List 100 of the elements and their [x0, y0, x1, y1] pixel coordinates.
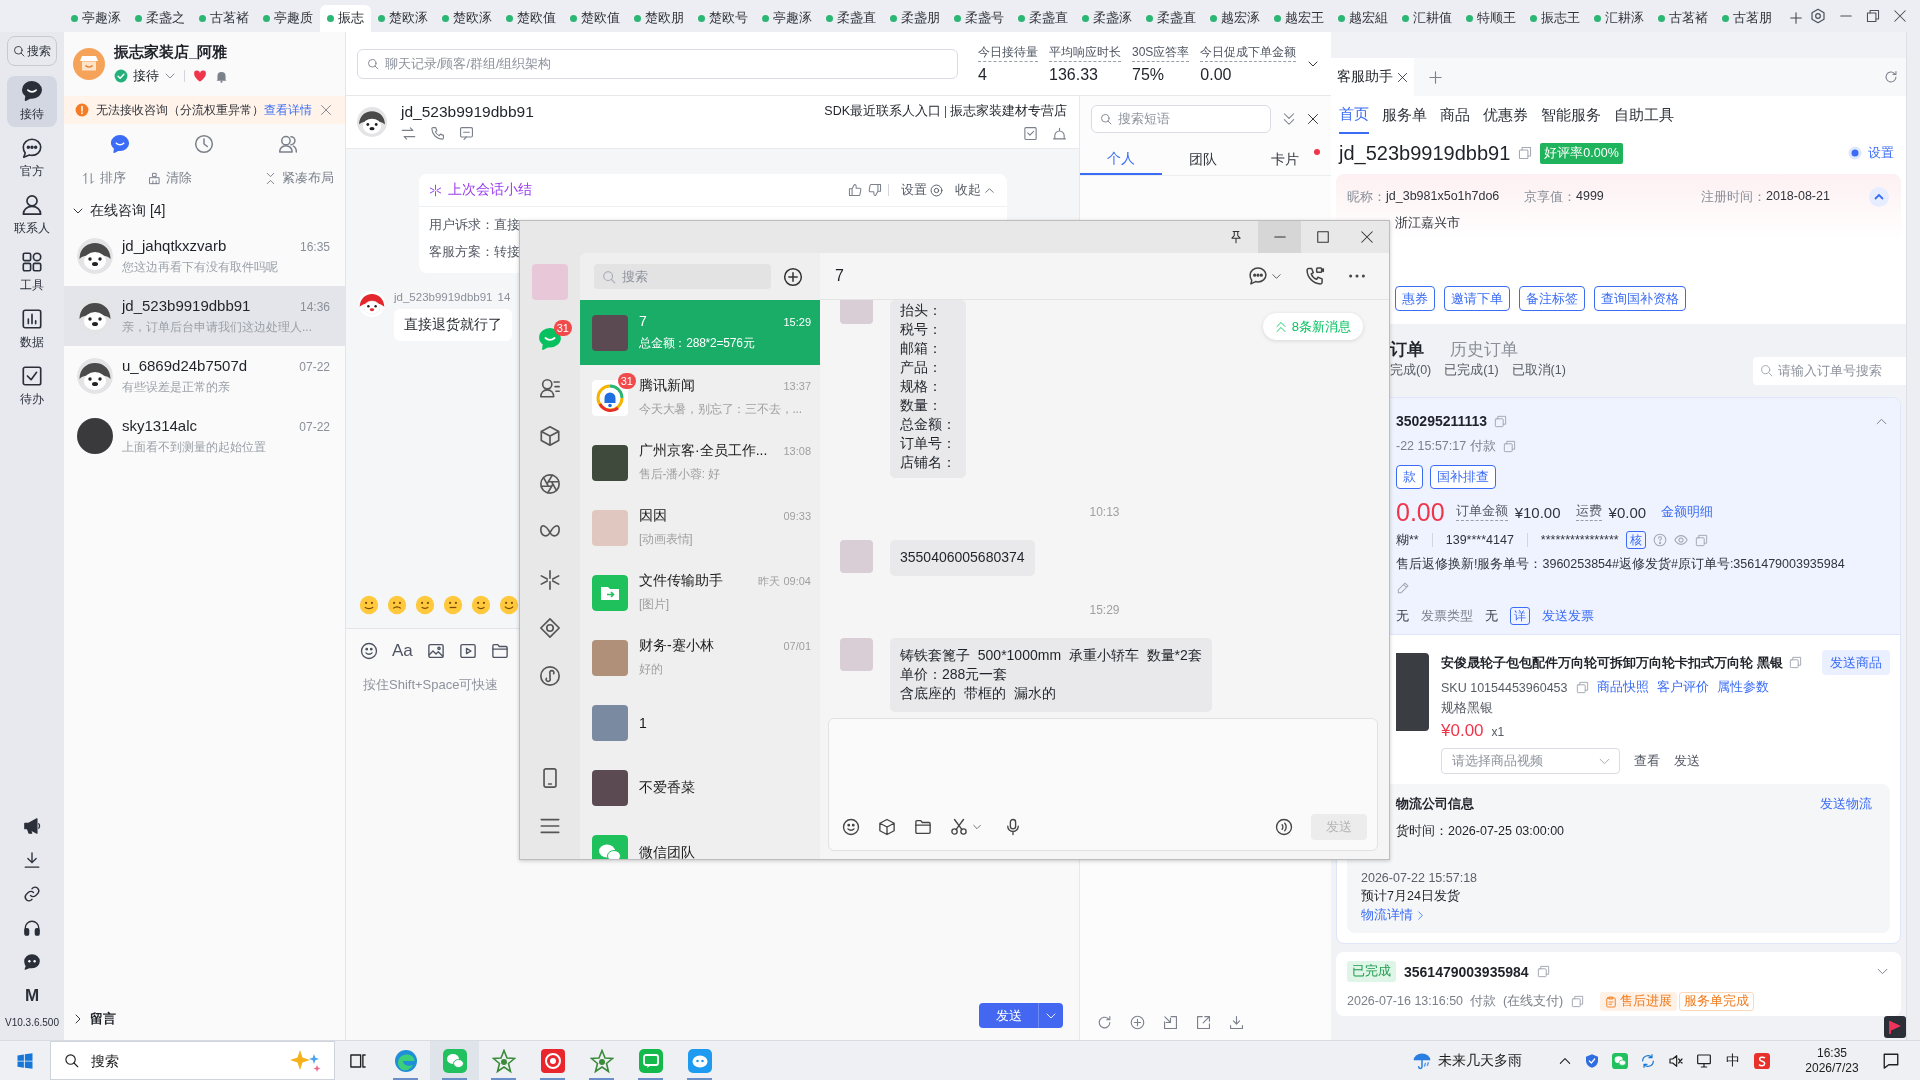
nav-item[interactable]: 官方: [7, 133, 57, 184]
windows-logo-icon[interactable]: [16, 1051, 34, 1070]
chat-list-item[interactable]: 不爱香菜: [580, 755, 820, 820]
maximize-icon[interactable]: [1316, 230, 1330, 244]
shop-tab[interactable]: 汇耕涿: [1587, 5, 1651, 32]
chat-list-item[interactable]: 财务-蹇小林 07/01 好的: [580, 625, 820, 690]
text-format-button[interactable]: Aa: [392, 642, 413, 660]
shop-tab[interactable]: 越宏組: [1331, 5, 1395, 32]
message-input[interactable]: 按住Shift+Space可快速: [363, 677, 513, 692]
shop-tab[interactable]: 楚欧号: [691, 5, 755, 32]
nav-item[interactable]: 联系人: [7, 190, 57, 241]
transfer-icon[interactable]: [401, 126, 416, 141]
order-action-button[interactable]: 款: [1396, 465, 1423, 489]
bell-icon[interactable]: [1052, 126, 1067, 141]
shop-tab[interactable]: 楚欧值: [499, 5, 563, 32]
shop-tab[interactable]: 楚欧值: [563, 5, 627, 32]
input-language[interactable]: 中: [1726, 1051, 1740, 1070]
search-field[interactable]: 聊天记录/顾客/群组/组织架构: [357, 48, 958, 79]
status-dropdown[interactable]: 接待: [114, 67, 176, 85]
nav-tab[interactable]: 优惠券: [1483, 96, 1528, 134]
shop-tab[interactable]: 亭趣涿: [755, 5, 819, 32]
pin-icon[interactable]: [1229, 230, 1243, 244]
list-action[interactable]: 清除: [148, 169, 192, 187]
sparkle-icon[interactable]: [539, 569, 561, 591]
input-method-icon[interactable]: [1754, 1052, 1770, 1069]
invoice-details-button[interactable]: 详: [1510, 607, 1530, 625]
search-button[interactable]: 搜索: [7, 36, 57, 66]
shop-tab[interactable]: 汇耕值: [1395, 5, 1459, 32]
emoji-icon[interactable]: [443, 595, 463, 615]
muted-speaker-icon[interactable]: [1668, 1052, 1684, 1069]
shop-tab[interactable]: 振志王: [1523, 5, 1587, 32]
action-button[interactable]: 惠券: [1395, 286, 1435, 311]
shop-tab[interactable]: 古茗朋: [1715, 5, 1779, 32]
double-chevron-icon[interactable]: [1282, 112, 1296, 126]
shop-tab[interactable]: 柔盏号: [947, 5, 1011, 32]
send-product-button[interactable]: 发送商品: [1822, 650, 1890, 675]
chat-list-item[interactable]: 广州京客·全员工作... 13:08 售后-潘小蓉: 好: [580, 430, 820, 495]
chat-list-item[interactable]: 因因 09:33 [动画表情]: [580, 495, 820, 560]
flag-icon[interactable]: [1884, 1016, 1906, 1038]
conversation-item[interactable]: u_6869d24b7507d 07-22 有些误差是正常的亲: [64, 346, 345, 406]
search-field[interactable]: 请输入订单号搜索: [1753, 356, 1906, 385]
bell-icon[interactable]: [215, 69, 228, 83]
chat-bubbles-icon[interactable]: [1612, 1052, 1628, 1069]
order-filter[interactable]: 已取消(1): [1511, 362, 1566, 379]
emoji-icon[interactable]: [359, 595, 379, 615]
send-invoice-link[interactable]: 发送发票: [1542, 607, 1594, 625]
close-icon[interactable]: [1360, 230, 1374, 244]
monitor-icon[interactable]: [1696, 1052, 1712, 1069]
emoji-icon[interactable]: [471, 595, 491, 615]
shop-tab[interactable]: 柔盏直: [1139, 5, 1203, 32]
group-header[interactable]: 留言: [64, 1004, 345, 1034]
shop-tab[interactable]: 柔盏直: [819, 5, 883, 32]
details-link[interactable]: 查看详情: [264, 101, 312, 119]
microphone-icon[interactable]: [1004, 818, 1022, 836]
emoji-icon[interactable]: [387, 595, 407, 615]
nav-tab[interactable]: 智能服务: [1541, 96, 1601, 134]
link-circle-icon[interactable]: [539, 665, 561, 687]
chat-list-item[interactable]: 文件传输助手 昨天 09:04 [图片]: [580, 560, 820, 625]
shop-tab[interactable]: 越宏王: [1267, 5, 1331, 32]
diamond-icon[interactable]: [539, 617, 561, 639]
nav-item[interactable]: 待办: [7, 361, 57, 412]
shop-tab[interactable]: 柔盏之: [128, 5, 192, 32]
send-button[interactable]: 发送: [979, 1003, 1038, 1028]
settings-link[interactable]: 设置: [901, 181, 943, 199]
quick-reply-tab[interactable]: 个人: [1080, 145, 1162, 175]
import-icon[interactable]: [1163, 1015, 1178, 1030]
list-action[interactable]: 紧凑布局: [264, 169, 334, 187]
view-link[interactable]: 查看: [1634, 752, 1660, 770]
search-field[interactable]: 搜索短语: [1091, 105, 1271, 133]
shop-tab[interactable]: 楚欧涿: [435, 5, 499, 32]
thumbs-down-icon[interactable]: [868, 183, 882, 197]
add-tab-icon[interactable]: [1428, 69, 1443, 85]
logo[interactable]: M: [24, 987, 40, 1005]
message-icon[interactable]: [459, 126, 474, 141]
megaphone-icon[interactable]: [23, 817, 41, 835]
clock-icon[interactable]: [194, 134, 214, 154]
quick-reply-tab[interactable]: 卡片: [1244, 145, 1326, 175]
nav-item[interactable]: 数据: [7, 304, 57, 355]
chat-list-item[interactable]: 1: [580, 690, 820, 755]
shop-tab[interactable]: 古茗褚: [1651, 5, 1715, 32]
emoji-icon[interactable]: [499, 595, 519, 615]
send-options-button[interactable]: [1038, 1003, 1063, 1028]
chat-list-item[interactable]: 31 腾讯新闻 13:37 今天大暑，别忘了：三不去，...: [580, 365, 820, 430]
shop-tab[interactable]: 亭趣涿: [64, 5, 128, 32]
contacts-icon[interactable]: [539, 377, 561, 399]
collapse-icon[interactable]: [1869, 187, 1889, 207]
heart-icon[interactable]: [193, 69, 207, 83]
close-icon[interactable]: [1893, 9, 1907, 23]
clock[interactable]: 16:35 2026/7/23: [1802, 1045, 1862, 1076]
close-icon[interactable]: [1397, 71, 1408, 83]
product-link[interactable]: 属性参数: [1716, 679, 1769, 696]
action-button[interactable]: 备注标签: [1519, 286, 1585, 311]
voice-icon[interactable]: [1275, 818, 1293, 836]
weather-widget[interactable]: 未来几天多雨: [1412, 1050, 1522, 1071]
emoji-icon[interactable]: [842, 818, 860, 836]
product-link[interactable]: 商品快照: [1596, 679, 1649, 696]
order-action-button[interactable]: 国补排查: [1430, 465, 1496, 489]
action-button[interactable]: 邀请下单: [1444, 286, 1510, 311]
nav-item[interactable]: 接待: [7, 76, 57, 127]
shop-tab[interactable]: 特顺王: [1459, 5, 1523, 32]
